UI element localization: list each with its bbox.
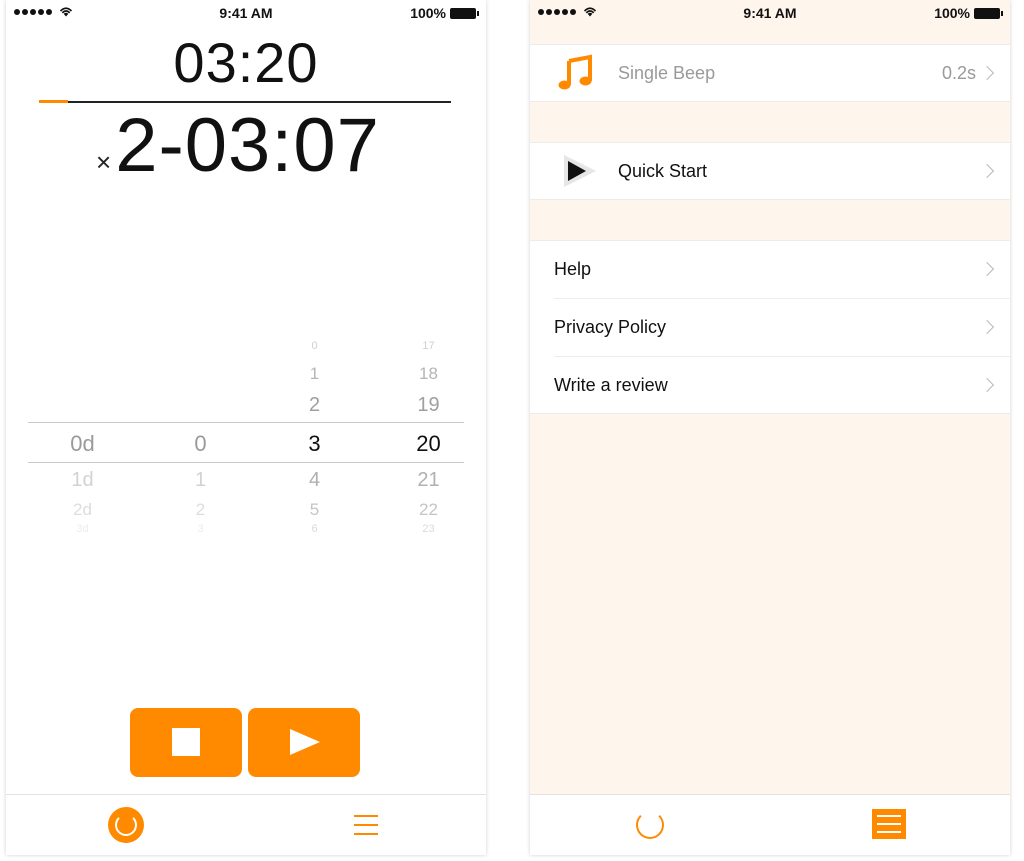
picker-row: 4	[308, 469, 321, 491]
picker-row: 3d	[76, 523, 89, 535]
picker-selection-line	[28, 462, 464, 463]
play-icon	[290, 729, 320, 755]
write-review-row[interactable]: Write a review	[530, 357, 1010, 413]
chevron-right-icon	[979, 261, 995, 277]
battery-percent: 100%	[410, 5, 446, 21]
picker-row: 2d	[73, 500, 92, 519]
picker-row: 5	[309, 500, 320, 519]
picker-row: 21	[417, 469, 440, 491]
sound-name: Single Beep	[618, 63, 716, 83]
picker-row: 18	[419, 364, 438, 383]
status-bar: 9:41 AM 100%	[530, 0, 1010, 26]
timer-progress-fill	[39, 100, 68, 103]
picker-row: 22	[419, 500, 438, 519]
picker-row-selected: 3	[308, 431, 321, 456]
timer-screen: 9:41 AM 100% 03:20 × 2-03:07 0d 1d 2d 3d	[6, 0, 486, 855]
duration-picker[interactable]: 0d 1d 2d 3d 0 1 2 3 0 1 2 3 4 5 6 17 18 …	[28, 340, 464, 540]
battery-indicator: 100%	[410, 5, 479, 21]
remaining-time: 2-03:07	[115, 103, 380, 188]
quick-start-cell[interactable]: Quick Start	[530, 142, 1010, 200]
picker-row: 17	[422, 340, 435, 352]
chevron-right-icon	[979, 65, 995, 81]
music-note-icon	[558, 54, 592, 90]
picker-row: 23	[422, 523, 435, 535]
sound-duration: 0.2s	[941, 63, 976, 83]
battery-percent: 100%	[934, 5, 970, 21]
picker-row-selected: 20	[416, 431, 441, 456]
tab-bar	[530, 794, 1010, 855]
tab-menu[interactable]	[870, 805, 910, 845]
tab-menu[interactable]	[346, 805, 386, 845]
remaining-display: × 2-03:07	[96, 102, 380, 189]
privacy-policy-label: Privacy Policy	[554, 317, 667, 337]
picker-row: 2	[308, 394, 321, 416]
tab-timer[interactable]	[630, 805, 670, 845]
sound-setting-cell[interactable]: Single Beep 0.2s	[530, 44, 1010, 102]
stop-button[interactable]	[130, 708, 242, 777]
picker-row-selected: 0d	[70, 431, 95, 456]
menu-icon	[872, 809, 906, 839]
chevron-right-icon	[979, 319, 995, 335]
picker-selection-line	[28, 422, 464, 423]
battery-indicator: 100%	[934, 5, 1003, 21]
timer-icon	[108, 807, 144, 843]
status-bar: 9:41 AM 100%	[6, 0, 486, 26]
timer-icon	[636, 811, 664, 839]
chevron-right-icon	[979, 377, 995, 393]
quick-start-label: Quick Start	[618, 161, 708, 181]
help-row[interactable]: Help	[530, 241, 1010, 298]
picker-row-selected: 0	[194, 431, 207, 456]
interval-time: 03:20	[173, 31, 319, 94]
picker-row: 3	[197, 523, 204, 535]
play-button[interactable]	[248, 708, 360, 777]
picker-row: 1d	[71, 469, 94, 491]
help-label: Help	[554, 259, 592, 279]
picker-row: 6	[311, 523, 318, 535]
menu-icon	[354, 815, 378, 835]
links-group: Help Privacy Policy Write a review	[530, 240, 1010, 414]
settings-screen: 9:41 AM 100% Single Beep 0.2s Quick Star…	[530, 0, 1010, 855]
picker-row: 1	[309, 364, 320, 383]
stop-icon	[172, 728, 200, 756]
chevron-right-icon	[979, 163, 995, 179]
picker-row: 19	[417, 394, 440, 416]
play-triangle-icon	[564, 155, 596, 187]
battery-icon	[974, 7, 1003, 19]
battery-icon	[450, 7, 479, 19]
write-review-label: Write a review	[554, 375, 668, 395]
picker-row: 0	[311, 340, 318, 352]
picker-row: 1	[194, 469, 207, 491]
picker-row: 2	[195, 500, 206, 519]
repeat-multiplier-icon: ×	[96, 147, 112, 177]
app-screenshot-pair: 9:41 AM 100% 03:20 × 2-03:07 0d 1d 2d 3d	[0, 0, 1024, 861]
tab-timer[interactable]	[106, 805, 146, 845]
tab-bar	[6, 794, 486, 855]
privacy-policy-row[interactable]: Privacy Policy	[530, 299, 1010, 356]
